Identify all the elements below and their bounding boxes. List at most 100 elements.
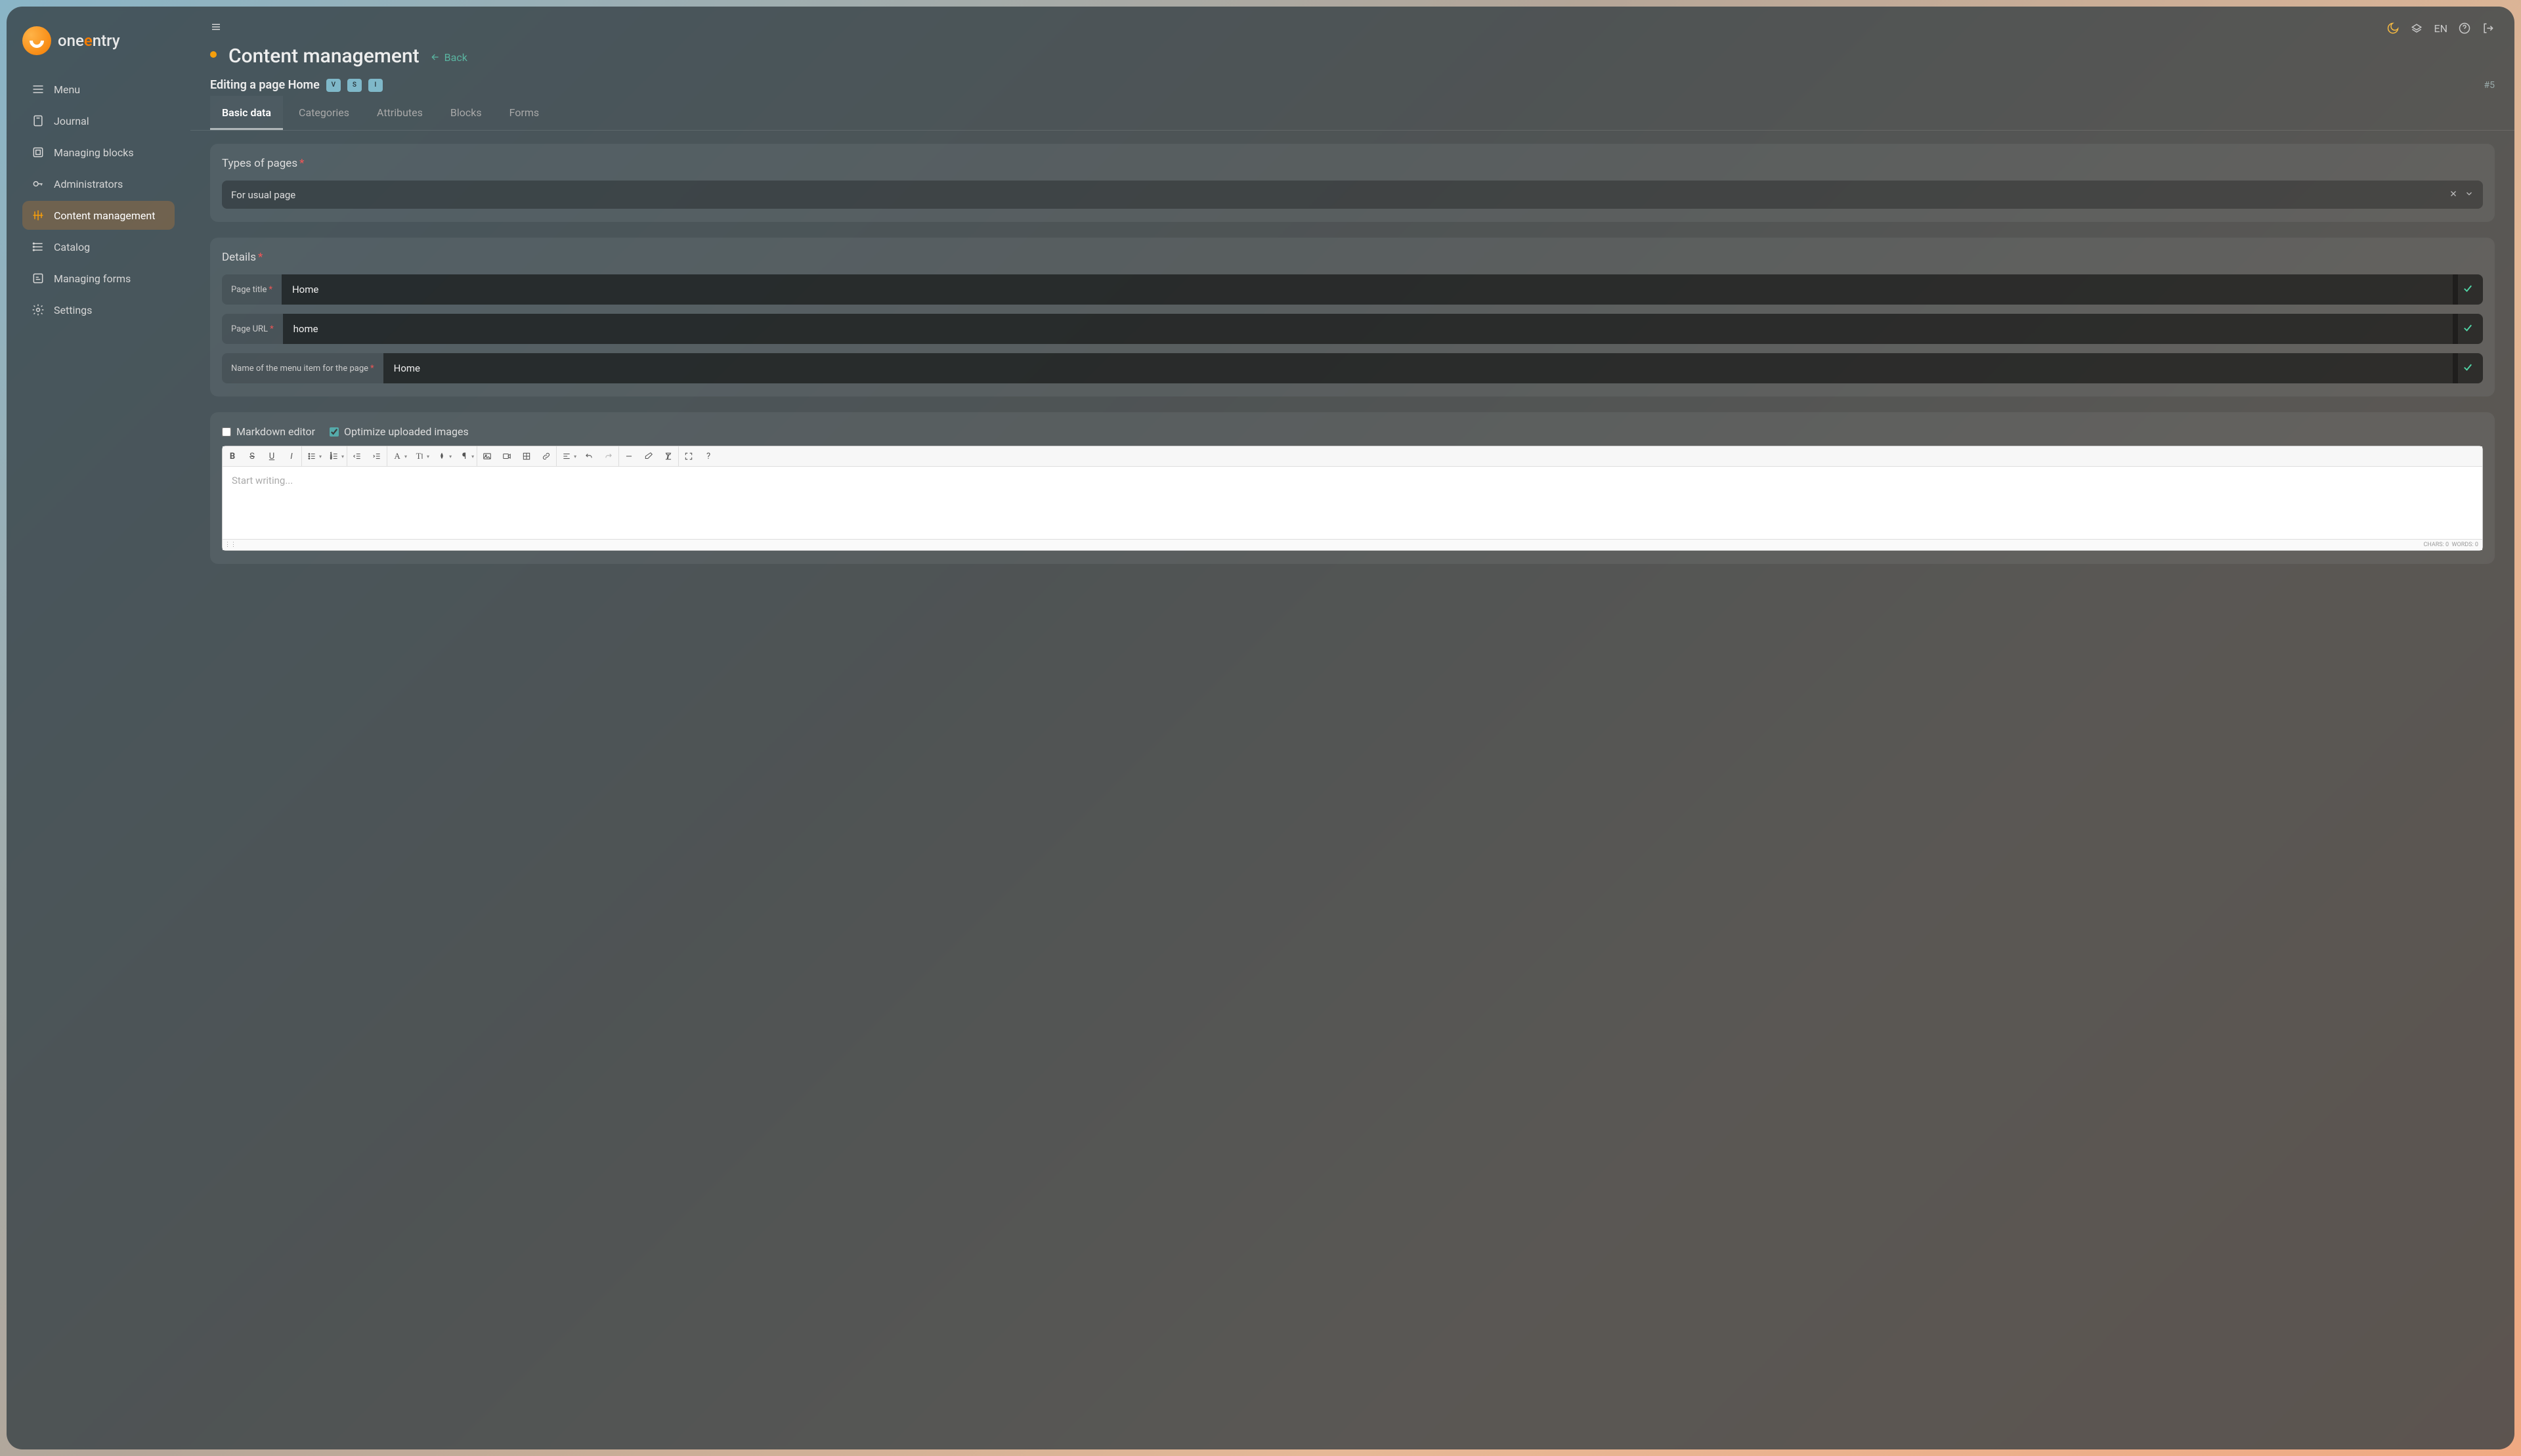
sidebar-item-settings[interactable]: Settings [22, 295, 175, 324]
page-id: #5 [2484, 80, 2495, 91]
editor-toolbar: B S U I ▾ 123▾ [223, 446, 2482, 467]
editor-options: Markdown editor Optimize uploaded images [222, 425, 2483, 438]
chevron-down-icon[interactable]: ▾ [471, 454, 474, 460]
menu-name-valid [2453, 353, 2483, 383]
gear-icon [32, 303, 45, 316]
chevron-down-icon[interactable]: ▾ [341, 454, 344, 460]
sidebar-item-journal[interactable]: Journal [22, 106, 175, 135]
logo: oneentry [22, 26, 175, 55]
project-switch[interactable] [2410, 22, 2423, 35]
bold-button[interactable]: B [223, 446, 242, 466]
eraser-button[interactable] [639, 446, 658, 466]
sidebar-item-label: Managing forms [54, 272, 131, 285]
page-title-input[interactable] [282, 274, 2458, 305]
menu-icon [32, 83, 45, 96]
sidebar-item-managing-blocks[interactable]: Managing blocks [22, 138, 175, 167]
language-switch[interactable]: EN [2434, 22, 2447, 35]
check-icon [2462, 361, 2474, 375]
chevron-down-icon[interactable]: ▾ [319, 454, 322, 460]
types-select[interactable]: For usual page [222, 181, 2483, 209]
main: EN Content management Back Editing a pag… [190, 7, 2514, 1449]
editor-stats: CHARS: 0 WORDS: 0 [2423, 542, 2478, 548]
underline-button[interactable]: U [262, 446, 282, 466]
sidebar-item-label: Content management [54, 209, 155, 222]
sidebar-item-label: Managing blocks [54, 146, 134, 159]
optimize-checkbox-label[interactable]: Optimize uploaded images [330, 425, 469, 438]
fullscreen-button[interactable] [679, 446, 699, 466]
page-title-row: Page title* [222, 274, 2483, 305]
link-button[interactable] [536, 446, 556, 466]
editor-panel: Markdown editor Optimize uploaded images… [210, 412, 2495, 564]
tab-categories[interactable]: Categories [287, 96, 361, 130]
resize-handle[interactable]: ⋮⋮ [226, 541, 234, 549]
undo-button[interactable] [579, 446, 599, 466]
back-link[interactable]: Back [430, 51, 467, 64]
required-mark: * [299, 157, 304, 170]
logo-text-accent: e [84, 32, 93, 50]
editor-textarea[interactable]: Start writing... [223, 467, 2482, 539]
chevron-down-icon[interactable]: ▾ [404, 454, 407, 460]
key-icon [32, 177, 45, 190]
sidebar-item-administrators[interactable]: Administrators [22, 169, 175, 198]
help-button[interactable]: ? [699, 446, 718, 466]
sidebar-item-content-management[interactable]: Content management [22, 201, 175, 230]
sidebar-item-managing-forms[interactable]: Managing forms [22, 264, 175, 293]
types-panel: Types of pages* For usual page [210, 144, 2495, 222]
tab-blocks[interactable]: Blocks [439, 96, 494, 130]
menu-name-row: Name of the menu item for the page* [222, 353, 2483, 383]
rich-editor: B S U I ▾ 123▾ [222, 446, 2483, 551]
outdent-button[interactable] [347, 446, 367, 466]
page-url-valid [2453, 314, 2483, 344]
content-icon [32, 209, 45, 222]
markdown-checkbox[interactable] [222, 427, 231, 437]
hamburger-button[interactable] [210, 21, 222, 35]
sidebar-item-menu[interactable]: Menu [22, 75, 175, 104]
lang-tag-s[interactable]: S [347, 79, 362, 92]
video-button[interactable] [497, 446, 517, 466]
menu-name-input[interactable] [383, 353, 2458, 383]
lang-tag-v[interactable]: V [326, 79, 341, 92]
theme-toggle[interactable] [2386, 22, 2400, 35]
logo-icon [22, 26, 51, 55]
clear-select-button[interactable] [2449, 188, 2458, 201]
sidebar-item-catalog[interactable]: Catalog [22, 232, 175, 261]
redo-button[interactable] [599, 446, 618, 466]
subheader: Editing a page Home V S I #5 [190, 73, 2514, 96]
menu-name-label: Name of the menu item for the page* [222, 353, 383, 383]
tab-forms[interactable]: Forms [498, 96, 551, 130]
table-button[interactable] [517, 446, 536, 466]
markdown-checkbox-label[interactable]: Markdown editor [222, 425, 315, 438]
page-url-input[interactable] [283, 314, 2458, 344]
topbar: EN [190, 7, 2514, 35]
indent-button[interactable] [367, 446, 387, 466]
blocks-icon [32, 146, 45, 159]
logout-button[interactable] [2482, 22, 2495, 35]
words-count: WORDS: 0 [2452, 542, 2478, 548]
details-panel-title-text: Details [222, 251, 256, 264]
chevron-down-icon[interactable] [2465, 188, 2474, 201]
lang-tag-i[interactable]: I [368, 79, 383, 92]
chars-count: CHARS: 0 [2423, 542, 2449, 548]
page-title-label: Page title* [222, 274, 282, 305]
optimize-checkbox[interactable] [330, 427, 339, 437]
details-panel-title: Details* [222, 251, 2483, 264]
forms-icon [32, 272, 45, 285]
hr-button[interactable] [619, 446, 639, 466]
subheader-title: Editing a page Home [210, 78, 320, 92]
chevron-down-icon[interactable]: ▾ [574, 454, 576, 460]
page-title-valid [2453, 274, 2483, 305]
check-icon [2462, 322, 2474, 336]
chevron-down-icon[interactable]: ▾ [449, 454, 452, 460]
optimize-label-text: Optimize uploaded images [344, 425, 469, 438]
topbar-actions: EN [2386, 22, 2495, 35]
tab-basic-data[interactable]: Basic data [210, 96, 283, 130]
image-button[interactable] [477, 446, 497, 466]
clear-format-button[interactable] [658, 446, 678, 466]
strike-button[interactable]: S [242, 446, 262, 466]
types-panel-title-text: Types of pages [222, 157, 297, 170]
help-button[interactable] [2458, 22, 2471, 35]
page-url-label: Page URL* [222, 314, 283, 344]
tab-attributes[interactable]: Attributes [365, 96, 435, 130]
chevron-down-icon[interactable]: ▾ [427, 454, 429, 460]
italic-button[interactable]: I [282, 446, 301, 466]
